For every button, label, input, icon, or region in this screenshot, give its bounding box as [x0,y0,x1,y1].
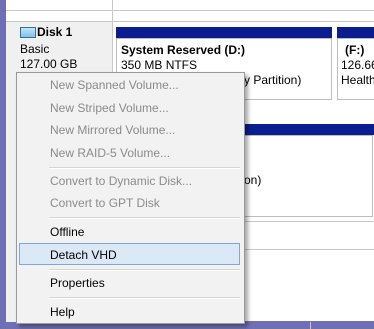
menu-item-offline[interactable]: Offline [19,222,240,242]
disk-size: 127.00 GB [20,57,78,71]
volume-status: on) [244,173,262,187]
menu-item-label: New RAID-5 Volume... [50,146,171,160]
volume-name: (F:) [345,43,365,57]
volume-lower[interactable] [244,135,373,217]
menu-item-new-spanned-volume[interactable]: New Spanned Volume... [19,75,240,95]
menu-item-convert-to-gpt-disk[interactable]: Convert to GPT Disk [19,193,240,213]
grid-divider [310,322,311,329]
menu-item-label: Properties [50,276,105,290]
volume-name: System Reserved (D:) [121,43,246,57]
disk-name: Disk 1 [37,25,73,39]
menu-item-label: Convert to Dynamic Disk... [50,174,193,188]
menu-separator [49,269,240,271]
menu-separator [49,167,240,169]
volume-detail: 350 MB NTFS [121,58,198,72]
volume-bar [116,27,332,38]
menu-item-label: Help [50,305,75,319]
disk-context-menu: New Spanned Volume... New Striped Volume… [16,72,245,324]
menu-item-detach-vhd[interactable]: Detach VHD [19,243,240,265]
menu-separator [49,217,240,219]
volume-bar [244,124,374,135]
volume-detail: 126.66 [341,58,374,72]
menu-item-label: Convert to GPT Disk [50,196,160,210]
menu-item-label: Detach VHD [50,248,117,262]
menu-item-new-mirrored-volume[interactable]: New Mirrored Volume... [19,120,240,140]
volume-bar [337,27,374,38]
menu-separator [49,297,240,299]
disk-icon [20,27,36,38]
disk-type: Basic [20,42,50,56]
menu-item-label: New Striped Volume... [50,101,169,115]
menu-item-new-striped-volume[interactable]: New Striped Volume... [19,98,240,118]
menu-item-properties[interactable]: Properties [19,273,240,293]
menu-item-label: Offline [50,225,85,239]
grid-line [6,10,374,11]
volume-status: y Partition) [244,73,302,87]
menu-item-convert-to-dynamic-disk[interactable]: Convert to Dynamic Disk... [19,171,240,191]
menu-item-help[interactable]: Help [19,302,240,322]
menu-item-label: New Spanned Volume... [50,78,179,92]
menu-item-label: New Mirrored Volume... [50,123,176,137]
volume-status: Health [341,73,374,87]
menu-item-new-raid5-volume[interactable]: New RAID-5 Volume... [19,143,240,163]
